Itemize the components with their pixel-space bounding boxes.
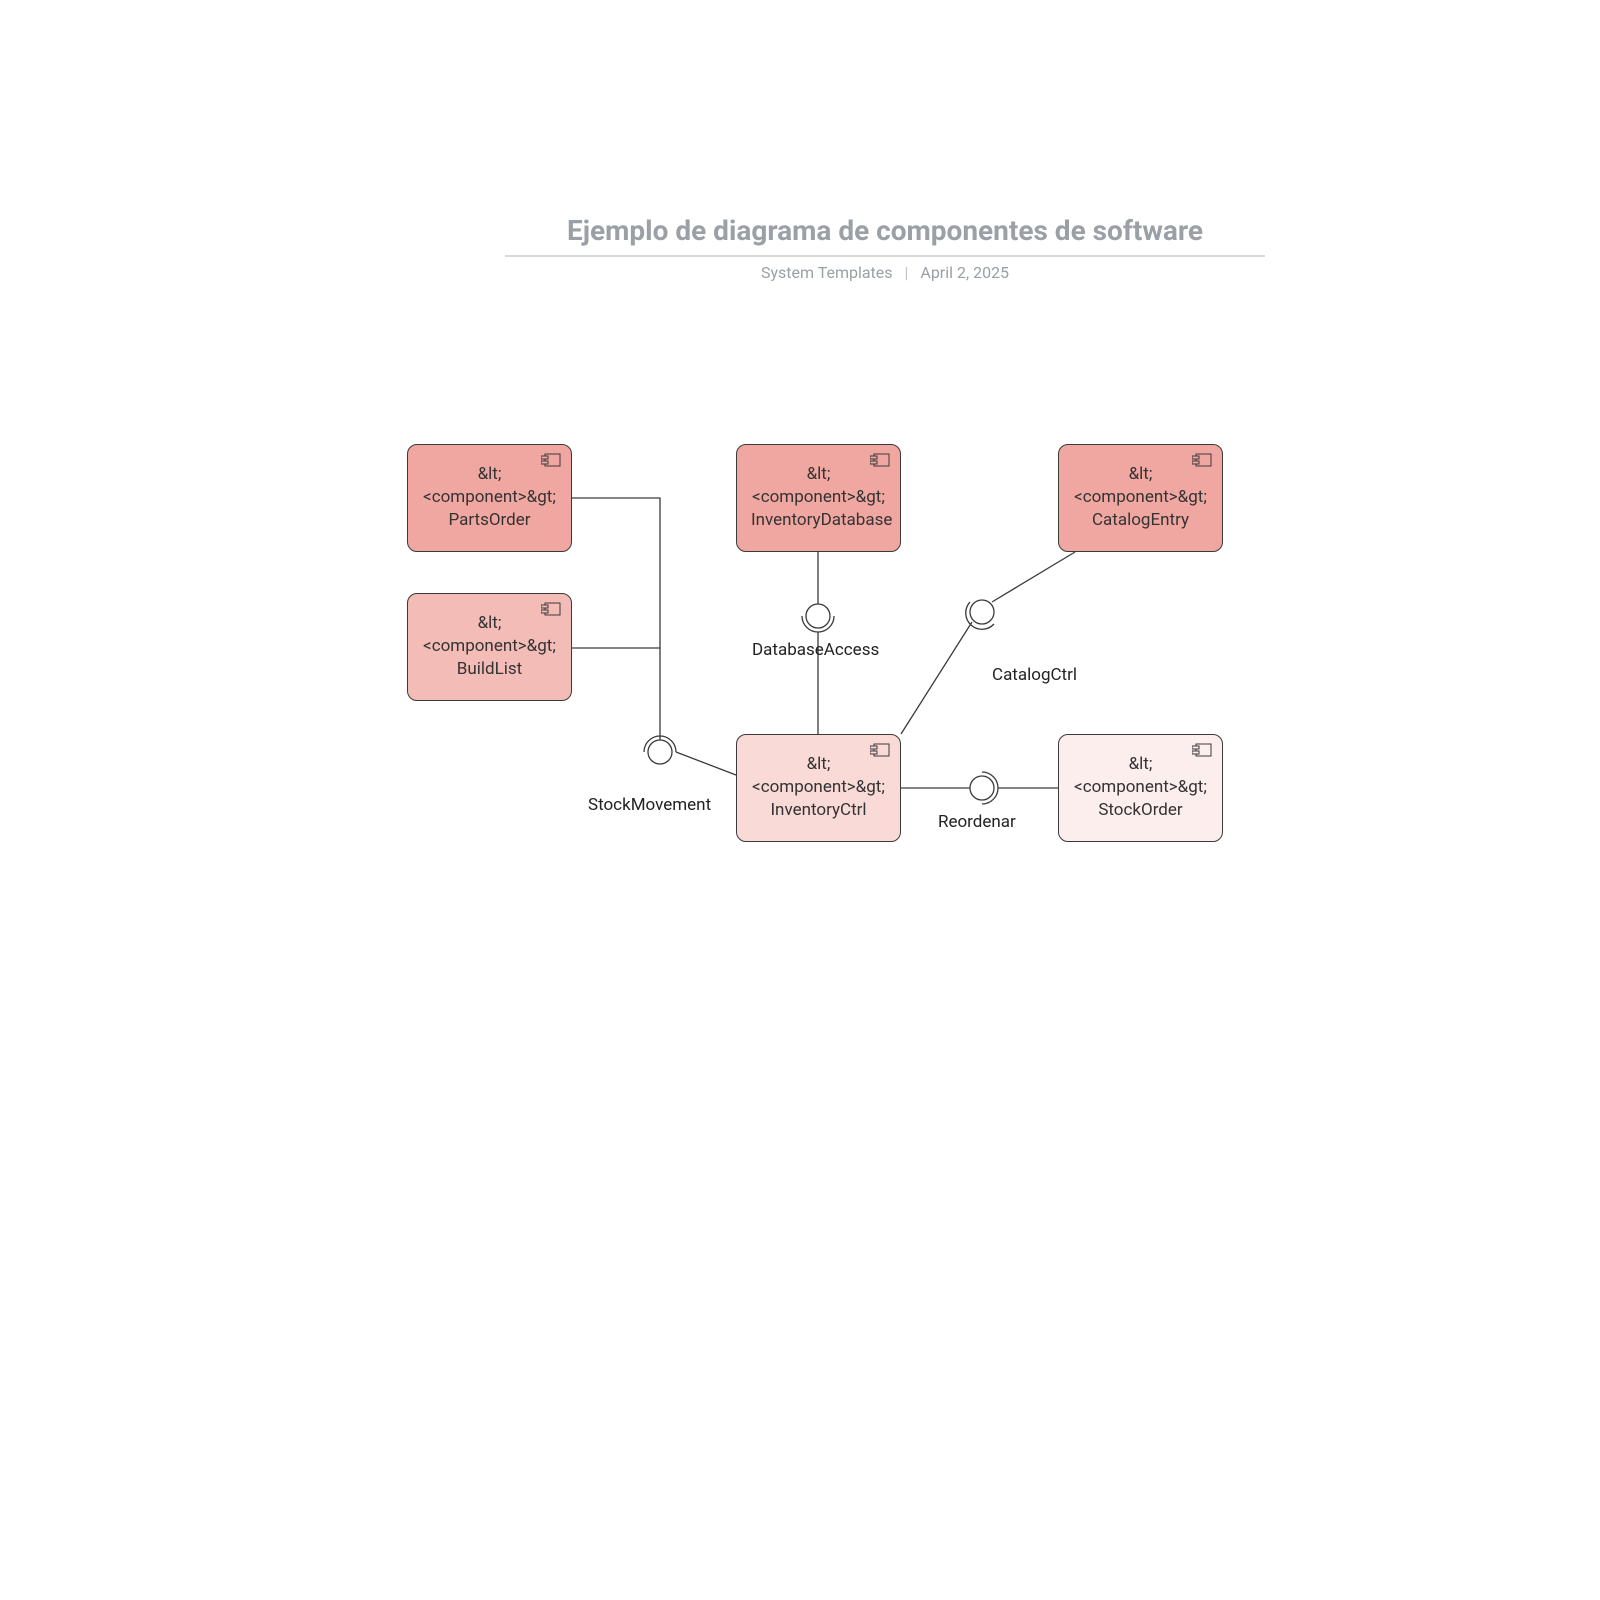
interface-label-reorder: Reordenar bbox=[938, 812, 1016, 832]
component-build-list[interactable]: &lt;<component>&gt; BuildList bbox=[407, 593, 572, 701]
component-inventory-ctrl[interactable]: &lt;<component>&gt; InventoryCtrl bbox=[736, 734, 901, 842]
stereotype-label: &lt;<component>&gt; bbox=[1073, 463, 1208, 509]
component-icon bbox=[1192, 743, 1212, 757]
interface-label-database-access: DatabaseAccess bbox=[752, 640, 879, 660]
subtitle-left: System Templates bbox=[761, 263, 893, 282]
component-name: StockOrder bbox=[1073, 799, 1208, 822]
component-icon bbox=[541, 602, 561, 616]
component-inventory-database[interactable]: &lt;<component>&gt; InventoryDatabase bbox=[736, 444, 901, 552]
stereotype-label: &lt;<component>&gt; bbox=[751, 753, 886, 799]
diagram-title: Ejemplo de diagrama de componentes de so… bbox=[505, 214, 1265, 257]
component-name: BuildList bbox=[422, 658, 557, 681]
component-name: PartsOrder bbox=[422, 509, 557, 532]
subtitle-right: April 2, 2025 bbox=[920, 263, 1009, 282]
interface-label-catalog-ctrl: CatalogCtrl bbox=[992, 665, 1077, 685]
component-icon bbox=[541, 453, 561, 467]
diagram-canvas: Ejemplo de diagrama de componentes de so… bbox=[0, 0, 1600, 1600]
component-icon bbox=[870, 743, 890, 757]
stereotype-label: &lt;<component>&gt; bbox=[422, 463, 557, 509]
component-icon bbox=[870, 453, 890, 467]
component-catalog-entry[interactable]: &lt;<component>&gt; CatalogEntry bbox=[1058, 444, 1223, 552]
component-name: CatalogEntry bbox=[1073, 509, 1208, 532]
component-icon bbox=[1192, 453, 1212, 467]
component-name: InventoryDatabase bbox=[751, 509, 886, 532]
component-parts-order[interactable]: &lt;<component>&gt; PartsOrder bbox=[407, 444, 572, 552]
interface-label-stock-movement: StockMovement bbox=[588, 795, 711, 815]
title-block: Ejemplo de diagrama de componentes de so… bbox=[505, 214, 1265, 282]
stereotype-label: &lt;<component>&gt; bbox=[422, 612, 557, 658]
subtitle-separator: | bbox=[905, 263, 909, 282]
stereotype-label: &lt;<component>&gt; bbox=[751, 463, 886, 509]
component-name: InventoryCtrl bbox=[751, 799, 886, 822]
component-stock-order[interactable]: &lt;<component>&gt; StockOrder bbox=[1058, 734, 1223, 842]
diagram-subtitle: System Templates | April 2, 2025 bbox=[505, 263, 1265, 282]
stereotype-label: &lt;<component>&gt; bbox=[1073, 753, 1208, 799]
